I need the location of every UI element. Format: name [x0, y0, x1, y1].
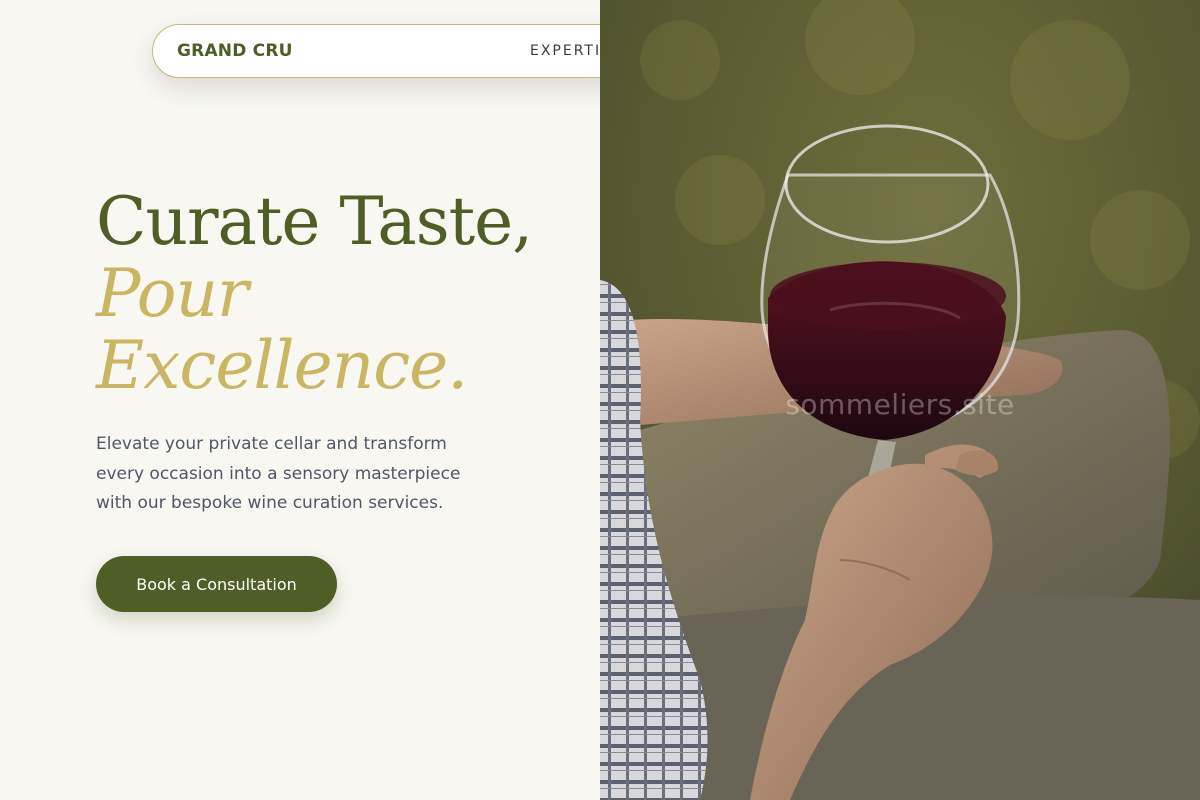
hero-photo: sommeliers.site	[600, 0, 1200, 800]
watermark-text: sommeliers.site	[785, 388, 1015, 421]
hero-title-line-3: Excellence.	[96, 327, 468, 404]
book-consultation-button[interactable]: Book a Consultation	[96, 556, 337, 612]
hero-title-line-2: Pour	[96, 255, 249, 332]
left-panel: GRAND CRU EXPERTISE Curate Taste, Pour E…	[0, 0, 600, 800]
hero-description: Elevate your private cellar and transfor…	[96, 434, 461, 513]
brand-logo[interactable]: GRAND CRU	[177, 41, 293, 61]
hero-title: Curate Taste, Pour Excellence.	[96, 186, 576, 402]
nav-link-expertise[interactable]: EXPERTISE	[530, 43, 600, 59]
hero-title-line-1: Curate Taste,	[96, 183, 533, 260]
top-navigation: GRAND CRU EXPERTISE	[152, 24, 600, 78]
